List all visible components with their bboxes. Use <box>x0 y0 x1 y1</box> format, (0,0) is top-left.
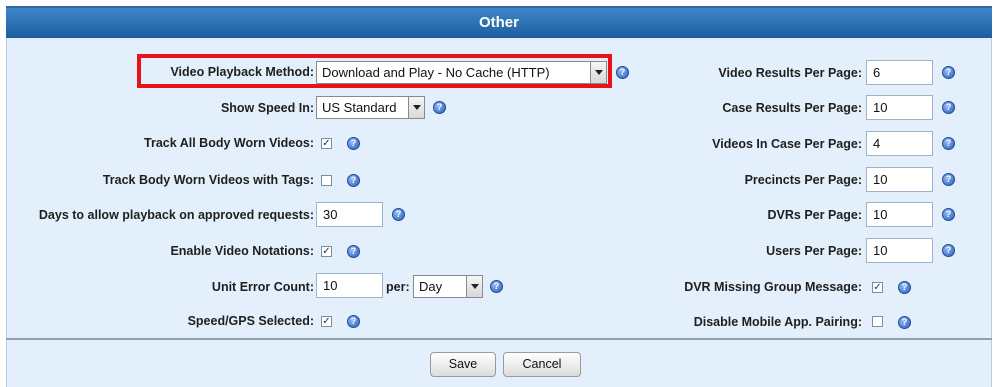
help-icon[interactable]: ? <box>942 101 955 114</box>
chevron-down-icon[interactable] <box>408 97 424 118</box>
dvr-missing-label: DVR Missing Group Message: <box>684 280 862 294</box>
section-header: Other <box>6 6 992 38</box>
help-icon[interactable]: ? <box>942 66 955 79</box>
days-playback-input[interactable]: 30 <box>316 202 383 227</box>
unit-error-count-label: Unit Error Count: <box>211 280 314 294</box>
help-icon[interactable]: ? <box>347 137 360 150</box>
dvrs-input[interactable]: 10 <box>866 202 933 227</box>
chevron-down-icon[interactable] <box>466 276 482 297</box>
videos-in-case-label: Videos In Case Per Page: <box>712 137 862 151</box>
dvrs-label: DVRs Per Page: <box>767 208 862 222</box>
help-icon[interactable]: ? <box>898 281 911 294</box>
disable-mobile-label: Disable Mobile App. Pairing: <box>693 315 862 329</box>
track-bwv-tags-checkbox[interactable] <box>321 175 332 186</box>
video-results-label: Video Results Per Page: <box>718 66 862 80</box>
unit-error-count-input[interactable]: 10 <box>316 273 383 298</box>
track-bwv-tags-label: Track Body Worn Videos with Tags: <box>102 173 314 187</box>
videos-in-case-input[interactable]: 4 <box>866 131 933 156</box>
help-icon[interactable]: ? <box>942 137 955 150</box>
days-playback-label: Days to allow playback on approved reque… <box>38 208 314 222</box>
video-notations-label: Enable Video Notations: <box>170 244 314 258</box>
help-icon[interactable]: ? <box>490 280 503 293</box>
per-label: per: <box>386 280 410 294</box>
help-icon[interactable]: ? <box>347 315 360 328</box>
track-all-bwv-checkbox[interactable]: ✓ <box>321 138 332 149</box>
precincts-input[interactable]: 10 <box>866 167 933 192</box>
show-speed-value: US Standard <box>322 100 397 115</box>
video-notations-checkbox[interactable]: ✓ <box>321 246 332 257</box>
per-period-select[interactable]: Day <box>413 275 483 298</box>
help-icon[interactable]: ? <box>616 66 629 79</box>
track-all-bwv-label: Track All Body Worn Videos: <box>144 136 314 150</box>
help-icon[interactable]: ? <box>942 208 955 221</box>
case-results-label: Case Results Per Page: <box>722 101 862 115</box>
save-button[interactable]: Save <box>430 352 496 377</box>
speed-gps-label: Speed/GPS Selected: <box>187 314 314 328</box>
dvr-missing-checkbox[interactable]: ✓ <box>872 282 883 293</box>
highlight-box <box>137 54 612 88</box>
cancel-button[interactable]: Cancel <box>503 352 581 377</box>
help-icon[interactable]: ? <box>392 208 405 221</box>
show-speed-select[interactable]: US Standard <box>316 96 425 119</box>
case-results-input[interactable]: 10 <box>866 95 933 120</box>
show-speed-label: Show Speed In: <box>220 101 314 115</box>
speed-gps-checkbox[interactable]: ✓ <box>321 316 332 327</box>
divider <box>6 338 992 340</box>
disable-mobile-checkbox[interactable] <box>872 316 883 327</box>
help-icon[interactable]: ? <box>898 316 911 329</box>
users-label: Users Per Page: <box>766 244 862 258</box>
per-period-value: Day <box>419 279 443 294</box>
help-icon[interactable]: ? <box>942 173 955 186</box>
users-input[interactable]: 10 <box>866 238 933 263</box>
precincts-label: Precincts Per Page: <box>744 173 862 187</box>
help-icon[interactable]: ? <box>347 174 360 187</box>
help-icon[interactable]: ? <box>942 244 955 257</box>
video-results-input[interactable]: 6 <box>866 60 933 85</box>
help-icon[interactable]: ? <box>347 245 360 258</box>
help-icon[interactable]: ? <box>433 101 446 114</box>
